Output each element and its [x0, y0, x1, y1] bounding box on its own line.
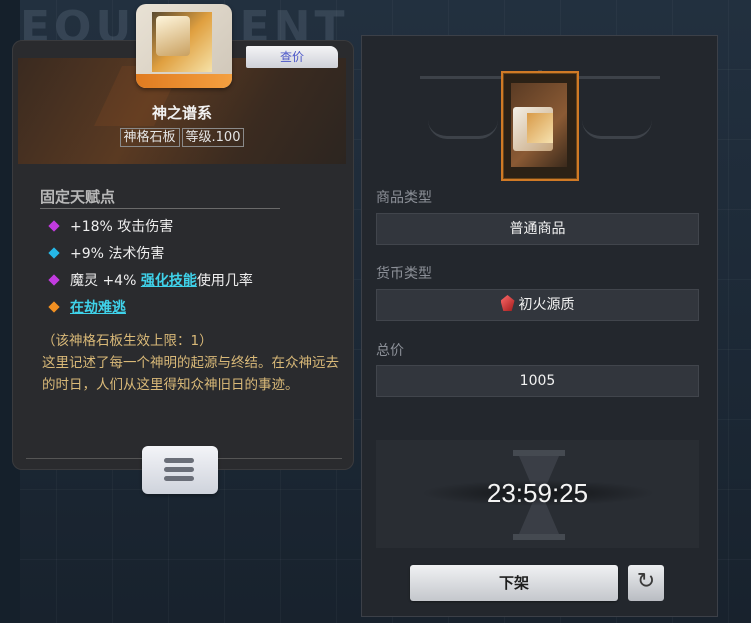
blue-diamond-icon: [48, 247, 60, 259]
menu-icon-bar: [164, 467, 194, 472]
item-icon: [136, 4, 232, 88]
talent-text: +18% 攻击伤害: [70, 219, 174, 235]
hourglass-cap: [513, 450, 565, 456]
refresh-icon: ↻: [636, 569, 656, 594]
menu-button[interactable]: [142, 446, 218, 494]
item-art: [152, 12, 212, 72]
purple-diamond-icon: [48, 220, 60, 232]
talent-item: +9% 法术伤害: [48, 243, 165, 263]
countdown-timer: 23:59:25: [486, 478, 589, 508]
delist-button[interactable]: 下架: [410, 565, 618, 601]
item-tags: 神格石板 等级.100: [18, 128, 346, 147]
talent-text-prefix: 魔灵 +4%: [70, 273, 141, 289]
talent-item: 在劫难逃: [48, 297, 126, 317]
flavor-text: 这里记述了每一个神明的起源与终结。在众神远去的时日，人们从这里得知众神旧日的事迹…: [42, 355, 339, 393]
item-type-label: 商品类型: [376, 190, 432, 206]
section-divider: [40, 208, 280, 209]
price-check-button[interactable]: 查价: [246, 46, 338, 68]
menu-icon-bar: [164, 476, 194, 481]
talent-text: +9% 法术伤害: [70, 246, 165, 262]
talent-text-suffix: 使用几率: [196, 273, 253, 289]
effect-limit-text: （该神格石板生效上限：1）: [42, 333, 213, 349]
item-type-tag: 神格石板: [119, 128, 180, 147]
item-description: （该神格石板生效上限：1） 这里记述了每一个神明的起源与终结。在众神远去的时日，…: [42, 330, 342, 396]
icon-layer: [527, 113, 553, 143]
item-name: 神之谱系: [151, 104, 212, 122]
listing-item-icon: [501, 71, 579, 181]
refresh-button[interactable]: ↻: [628, 565, 664, 601]
talent-item: 魔灵 +4% 强化技能使用几率: [48, 270, 253, 290]
fixed-talent-title: 固定天赋点: [40, 188, 116, 206]
talent-item: +18% 攻击伤害: [48, 216, 174, 236]
currency-gem-icon: [500, 295, 515, 311]
purple-diamond-icon: [48, 274, 60, 286]
rarity-stripe: [136, 74, 232, 88]
talent-link[interactable]: 强化技能: [141, 273, 197, 289]
menu-icon-bar: [164, 458, 194, 463]
item-level-tag: 等级.100: [181, 128, 245, 147]
item-type-value: 普通商品: [376, 213, 699, 245]
scale-pan: [582, 120, 652, 139]
currency-type-value: 初火源质: [518, 297, 575, 313]
currency-type-field: 初火源质: [376, 289, 699, 321]
total-price-value: 1005: [376, 365, 699, 397]
talent-link[interactable]: 在劫难逃: [70, 300, 126, 316]
currency-type-label: 货币类型: [376, 266, 432, 282]
orange-diamond-icon: [48, 301, 60, 313]
total-price-label: 总价: [376, 343, 404, 359]
hourglass-cap: [513, 534, 565, 540]
scale-pan: [428, 120, 498, 139]
